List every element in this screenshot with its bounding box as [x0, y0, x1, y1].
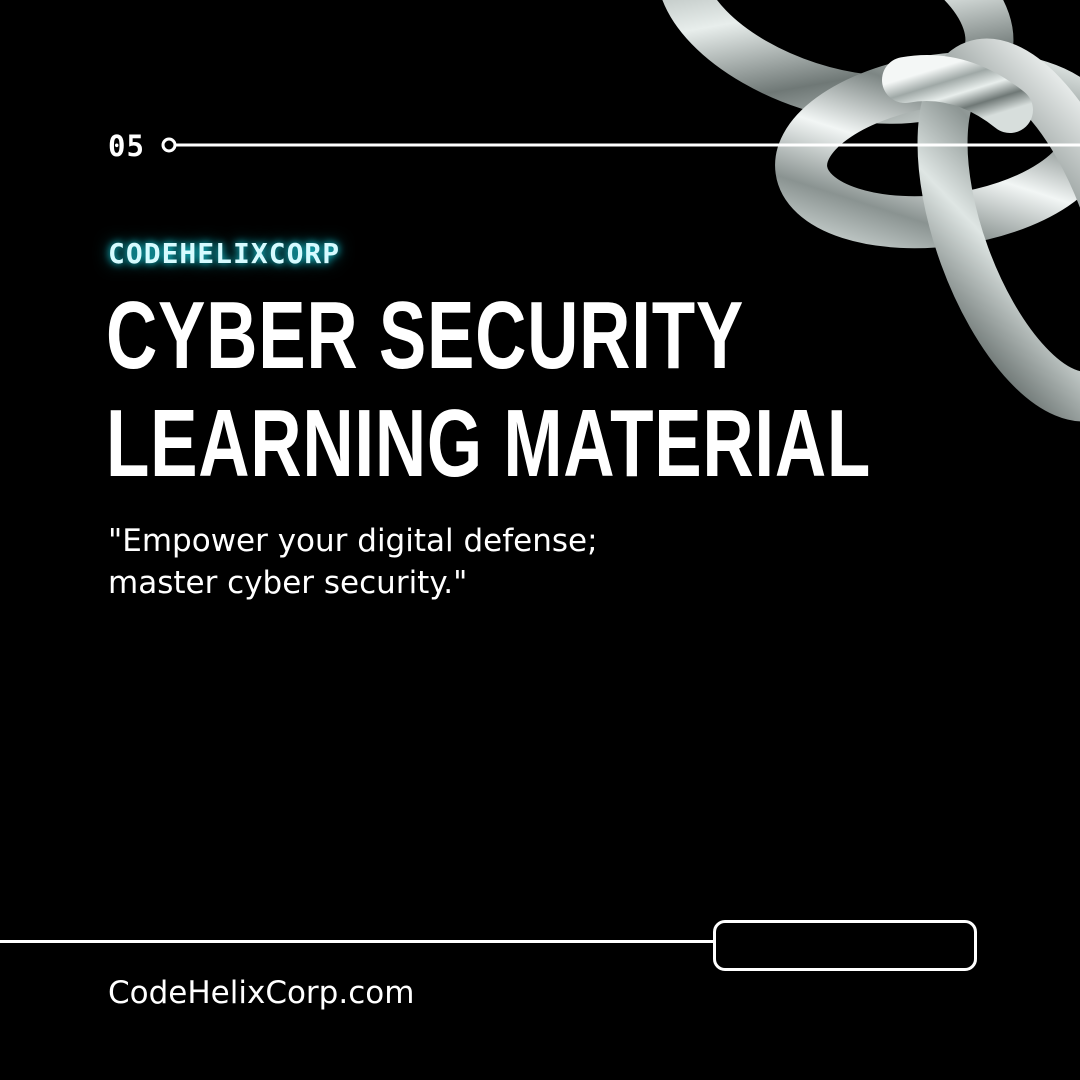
tagline-line-2: master cyber security." [108, 565, 468, 601]
tagline-line-1: "Empower your digital defense; [108, 523, 598, 559]
headline-line-2: LEARNING MATERIAL [106, 390, 872, 497]
bottom-pill-outline [713, 920, 977, 971]
brand-label: CODEHELIXCORP [108, 237, 341, 270]
website-link[interactable]: CodeHelixCorp.com [108, 972, 414, 1014]
headline-line-1: CYBER SECURITY [106, 282, 744, 389]
bottom-divider-line [0, 940, 716, 943]
slide-canvas: 05 CODEHELIXCORP CYBER SECURITY LEARNING… [0, 0, 1080, 1080]
page-number: 05 [108, 129, 145, 163]
tagline-quote: "Empower your digital defense; master cy… [108, 520, 728, 604]
top-divider-line [161, 137, 1080, 153]
headline: CYBER SECURITY LEARNING MATERIAL [106, 282, 871, 498]
